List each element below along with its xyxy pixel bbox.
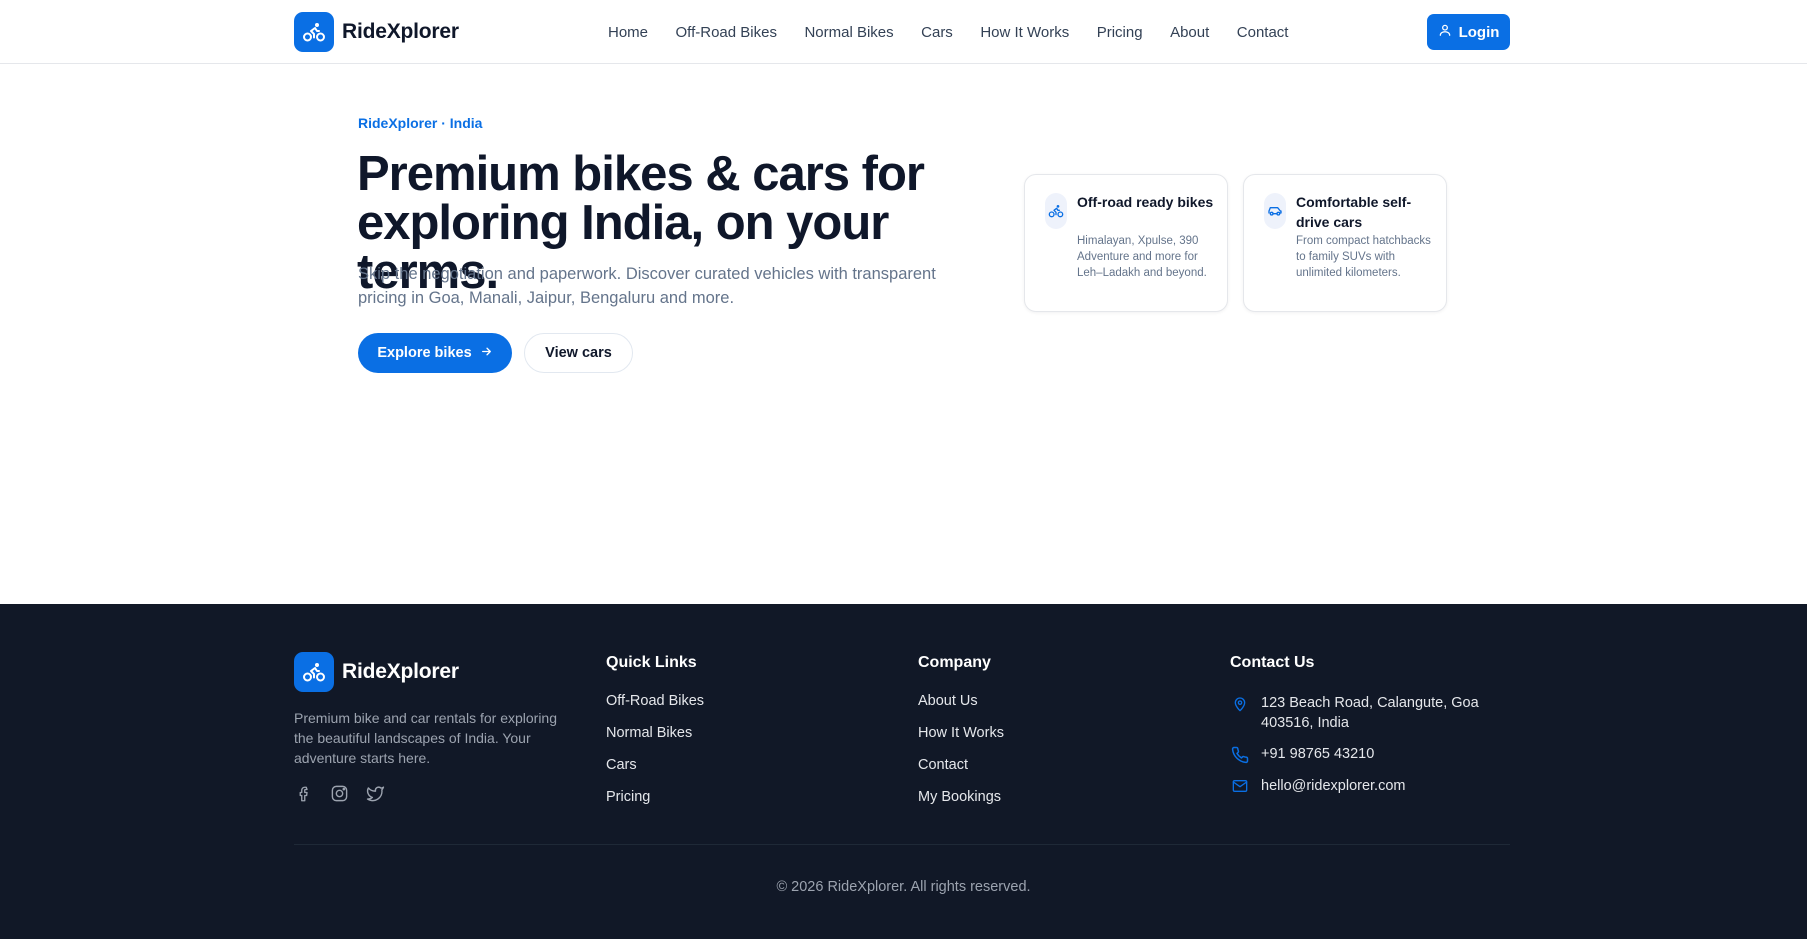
login-label: Login — [1458, 23, 1500, 41]
nav-home[interactable]: Home — [608, 24, 648, 41]
phone-icon — [1230, 744, 1249, 764]
footer-link-my-bookings[interactable]: My Bookings — [918, 789, 1004, 821]
hero-title-line-1: Premium bikes & cars for — [357, 147, 925, 201]
footer-divider — [294, 844, 1510, 845]
address-line-2: 403516, India — [1261, 715, 1349, 731]
footer-link-off-road-bikes[interactable]: Off-Road Bikes — [606, 693, 704, 725]
arrow-right-icon — [480, 345, 493, 362]
contact-address: 123 Beach Road, Calangute, Goa 403516, I… — [1230, 693, 1479, 733]
facebook-icon[interactable] — [294, 784, 313, 803]
feature-description: Himalayan, Xpulse, 390 Adventure and mor… — [1077, 235, 1207, 279]
address-line-1: 123 Beach Road, Calangute, Goa — [1261, 695, 1479, 711]
feature-card-offroad: Off-road ready bikes Himalayan, Xpulse, … — [1024, 174, 1228, 312]
nav-contact[interactable]: Contact — [1237, 24, 1289, 41]
footer-link-about-us[interactable]: About Us — [918, 693, 1004, 725]
bicycle-icon — [294, 12, 334, 52]
car-icon — [1264, 193, 1286, 229]
footer-brand-name: RideXplorer — [342, 660, 459, 683]
hero-subtitle: Skip the negotiation and paperwork. Disc… — [358, 265, 936, 307]
instagram-icon[interactable] — [330, 784, 349, 803]
nav-off-road-bikes[interactable]: Off-Road Bikes — [676, 24, 777, 41]
contact-email: hello@ridexplorer.com — [1230, 776, 1405, 796]
feature-card-cars: Comfortable self-drive cars From compact… — [1243, 174, 1447, 312]
social-links — [294, 784, 385, 803]
site-footer: RideXplorer Premium bike and car rentals… — [0, 604, 1807, 939]
contact-email-text[interactable]: hello@ridexplorer.com — [1261, 776, 1405, 796]
explore-bikes-label: Explore bikes — [377, 345, 472, 361]
footer-company: Company About Us How It Works Contact My… — [918, 654, 1004, 821]
bicycle-icon — [1045, 193, 1067, 229]
footer-link-how-it-works[interactable]: How It Works — [918, 725, 1004, 757]
map-pin-icon — [1230, 693, 1249, 733]
contact-phone-text[interactable]: +91 98765 43210 — [1261, 744, 1374, 764]
footer-link-pricing[interactable]: Pricing — [606, 789, 704, 821]
nav-about[interactable]: About — [1170, 24, 1209, 41]
footer-link-cars[interactable]: Cars — [606, 757, 704, 789]
quick-links-heading: Quick Links — [606, 654, 697, 671]
bicycle-icon — [294, 652, 334, 692]
footer-link-normal-bikes[interactable]: Normal Bikes — [606, 725, 704, 757]
footer-quick-links: Quick Links Off-Road Bikes Normal Bikes … — [606, 654, 704, 821]
hero-eyebrow: RideXplorer · India — [358, 115, 483, 131]
mail-icon — [1230, 776, 1249, 796]
nav-pricing[interactable]: Pricing — [1097, 24, 1143, 41]
footer-contact: Contact Us — [1230, 654, 1314, 693]
main-nav: Home Off-Road Bikes Normal Bikes Cars Ho… — [608, 0, 1316, 64]
brand-logo-link[interactable]: RideXplorer — [294, 12, 459, 52]
nav-cars[interactable]: Cars — [921, 24, 953, 41]
login-button[interactable]: Login — [1427, 14, 1510, 50]
explore-bikes-button[interactable]: Explore bikes — [358, 333, 512, 373]
twitter-icon[interactable] — [366, 784, 385, 803]
nav-how-it-works[interactable]: How It Works — [980, 24, 1069, 41]
brand-name: RideXplorer — [342, 20, 459, 43]
footer-link-contact[interactable]: Contact — [918, 757, 1004, 789]
feature-description: From compact hatchbacks to family SUVs w… — [1296, 235, 1431, 279]
company-heading: Company — [918, 654, 991, 671]
copyright: © 2026 RideXplorer. All rights reserved. — [776, 879, 1031, 895]
view-cars-button[interactable]: View cars — [524, 333, 633, 373]
contact-address-text: 123 Beach Road, Calangute, Goa 403516, I… — [1261, 693, 1479, 733]
contact-heading: Contact Us — [1230, 654, 1315, 671]
site-header: RideXplorer Home Off-Road Bikes Normal B… — [0, 0, 1807, 64]
nav-normal-bikes[interactable]: Normal Bikes — [804, 24, 893, 41]
user-icon — [1438, 23, 1452, 41]
footer-description: Premium bike and car rentals for explori… — [294, 710, 558, 766]
feature-title: Off-road ready bikes — [1077, 194, 1214, 210]
feature-title: Comfortable self-drive cars — [1296, 194, 1412, 230]
contact-phone: +91 98765 43210 — [1230, 744, 1374, 764]
footer-brand-link[interactable]: RideXplorer — [294, 652, 459, 692]
